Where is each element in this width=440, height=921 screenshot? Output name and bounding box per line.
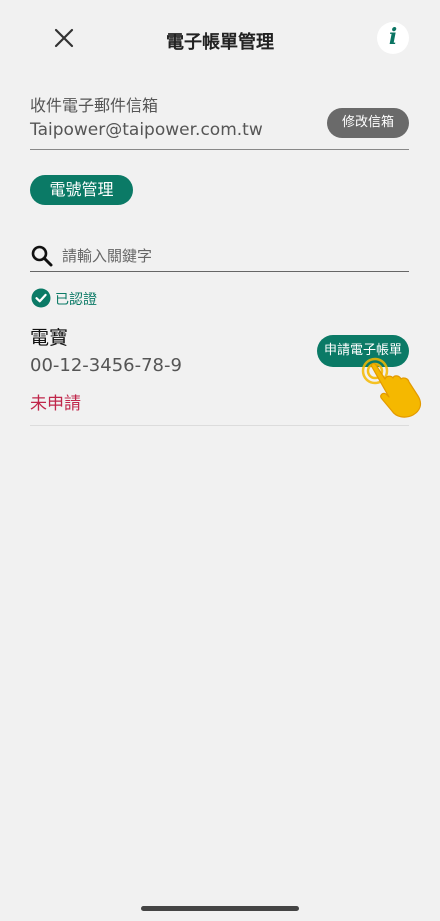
email-label: 收件電子郵件信箱 [30,96,159,115]
info-button[interactable]: i [377,22,409,54]
header-bar: 電子帳單管理 i [0,0,440,78]
search-icon [31,245,53,267]
account-status: 未申請 [30,394,81,414]
search-underline [30,271,409,272]
account-card: 電寶 00-12-3456-78-9 未申請 申請電子帳單 [30,315,409,426]
account-number: 00-12-3456-78-9 [30,355,182,376]
info-icon: i [388,24,398,50]
edit-email-button[interactable]: 修改信箱 [327,108,409,138]
email-underline [30,149,409,150]
search-input[interactable] [62,244,402,268]
page-title: 電子帳單管理 [166,32,274,53]
home-indicator [141,906,299,911]
search-bar [30,240,409,272]
email-value: Taipower@taipower.com.tw [30,120,263,140]
account-management-button[interactable]: 電號管理 [30,175,133,205]
card-divider [30,425,409,426]
verified-label: 已認證 [55,292,97,308]
tap-hand-icon [361,357,422,418]
verified-check-icon [31,288,51,308]
account-name: 電寶 [30,327,69,349]
